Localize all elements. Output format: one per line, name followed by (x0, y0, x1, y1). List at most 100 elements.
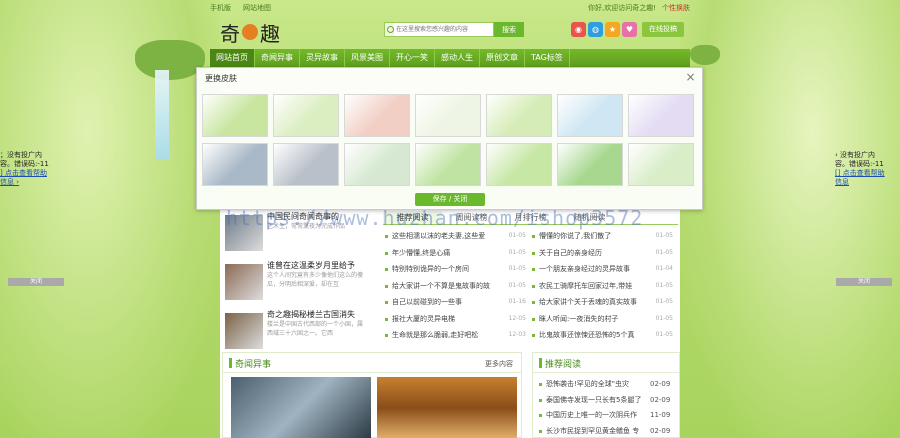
list-item-title[interactable]: 生命就是那么脆弱,走好吧松 (392, 327, 504, 344)
list-item[interactable]: 给大家讲个关于丢魂的真实故事 01-05 (530, 294, 677, 311)
list-item[interactable]: 比鬼故事还惊悚还恐怖的5个真 01-05 (530, 327, 677, 344)
skin-thumbnail[interactable] (344, 143, 410, 186)
list-item[interactable]: 关于自己的亲身经历 01-05 (530, 245, 677, 262)
tab-2[interactable]: 月排行榜 (501, 211, 560, 224)
skin-thumbnail[interactable] (273, 94, 339, 137)
ad-left-close-button[interactable]: 关闭 (8, 278, 64, 286)
bullet-icon (532, 334, 535, 337)
ad-right-help-link[interactable]: [] 点击查看帮助 (835, 169, 885, 177)
list-item-title[interactable]: 泰国佛寺发现一只长有5条腿了 (546, 393, 650, 409)
tab-1[interactable]: 周阅读榜 (442, 211, 501, 224)
logo-char-a: 奇 (220, 21, 240, 46)
article-image-2[interactable] (377, 377, 517, 438)
list-item[interactable]: 这些相濡以沫的老夫妻,这些爱 01-05 (383, 228, 530, 245)
list-item[interactable]: 年少懵懂,终是心痛 01-05 (383, 245, 530, 262)
list-item[interactable]: 特别特别诡异的一个房间 01-05 (383, 261, 530, 278)
weibo-icon[interactable]: ◉ (571, 22, 586, 37)
skin-thumbnail[interactable] (273, 143, 339, 186)
recommended-header: 推荐阅读 (533, 353, 679, 373)
nav-item[interactable]: 开心一笑 (390, 49, 435, 67)
list-item[interactable]: 给大家讲一个不算是鬼故事的故 01-05 (383, 278, 530, 295)
ad-left-help-link[interactable]: ] 点击查看帮助 (0, 169, 47, 177)
nav-item[interactable]: 风景美图 (345, 49, 390, 67)
list-item[interactable]: 恐怖袭击!罕见的全球"虫灾 02-09 (537, 377, 675, 393)
sitemap-link[interactable]: 网站地图 (243, 3, 271, 13)
list-item[interactable]: 眯人听闻:一夜消失的村子 01-05 (530, 311, 677, 328)
list-item[interactable]: 中国历史上唯一的一次阴兵作 11-09 (537, 408, 675, 424)
skin-thumbnail[interactable] (557, 143, 623, 186)
skin-thumbnail[interactable] (415, 94, 481, 137)
save-close-button[interactable]: 保存 / 关闭 (415, 193, 485, 206)
list-item[interactable]: 一个朋友亲身经过的灵异故事 01-04 (530, 261, 677, 278)
list-item[interactable]: 自己以前碰到的一些事 01-16 (383, 294, 530, 311)
list-item-title[interactable]: 报社大厦的灵异电梯 (392, 311, 504, 328)
featured-title[interactable]: 奇之趣揭秘楼兰古国消失 (267, 309, 371, 320)
list-item-title[interactable]: 中国历史上唯一的一次阴兵作 (546, 408, 650, 424)
list-item-title[interactable]: 特别特别诡异的一个房间 (392, 261, 504, 278)
featured-article[interactable]: 奇之趣揭秘楼兰古国消失 楼兰是中国古代西部的一个小国，属西域三十六国之一。它西 (225, 309, 371, 356)
personal-skin-link[interactable]: 个性换肤 (662, 3, 690, 13)
skin-thumbnail[interactable] (628, 94, 694, 137)
list-item-date: 01-05 (655, 232, 673, 239)
skin-thumbnail[interactable] (486, 94, 552, 137)
list-item[interactable]: 长沙市民捉到罕见黄金鳝鱼 专 02-09 (537, 424, 675, 438)
site-logo[interactable]: 奇 趣 (220, 18, 330, 46)
tab-0[interactable]: 推荐阅读 (383, 211, 442, 224)
featured-article[interactable]: 中国民间奇闻奇事的 艺术生，常常熏夜为完成作品 (225, 211, 371, 258)
list-item-title[interactable]: 比鬼故事还惊悚还恐怖的5个真 (539, 327, 651, 344)
list-item-title[interactable]: 眯人听闻:一夜消失的村子 (539, 311, 651, 328)
list-item[interactable]: 生命就是那么脆弱,走好吧松 12-03 (383, 327, 530, 344)
more-link[interactable]: 更多内容 (485, 359, 513, 369)
strange-news-title[interactable]: 奇闻异事 (235, 357, 271, 370)
list-item-title[interactable]: 自己以前碰到的一些事 (392, 294, 504, 311)
list-item-title[interactable]: 懵懂的你说了,我们散了 (539, 228, 651, 245)
qq-icon[interactable]: ◍ (588, 22, 603, 37)
ad-right-help-link2[interactable]: 信息 (835, 178, 849, 186)
nav-item[interactable]: 感动人生 (435, 49, 480, 67)
list-item[interactable]: 报社大厦的灵异电梯 12-05 (383, 311, 530, 328)
list-item-title[interactable]: 长沙市民捉到罕见黄金鳝鱼 专 (546, 424, 650, 438)
ad-left-help-link2[interactable]: 信息 › (0, 178, 19, 186)
article-thumbnail[interactable] (225, 215, 263, 251)
mobile-link[interactable]: 手机版 (210, 3, 231, 13)
list-item-title[interactable]: 年少懵懂,终是心痛 (392, 245, 504, 262)
skin-thumbnail[interactable] (557, 94, 623, 137)
close-icon[interactable]: × (685, 71, 696, 83)
skin-thumbnail[interactable] (202, 143, 268, 186)
list-item-title[interactable]: 农民工骑摩托车回家过年,带娃 (539, 278, 651, 295)
search-button[interactable]: 搜索 (494, 22, 524, 37)
list-item-title[interactable]: 恐怖袭击!罕见的全球"虫灾 (546, 377, 650, 393)
star-icon[interactable]: ★ (605, 22, 620, 37)
skin-thumbnail[interactable] (628, 143, 694, 186)
strange-news-panel: 奇闻异事 更多内容 (222, 352, 522, 438)
nav-item[interactable]: TAG标签 (525, 49, 570, 67)
article-image-1[interactable] (231, 377, 371, 438)
list-item-title[interactable]: 给大家讲一个不算是鬼故事的故 (392, 278, 504, 295)
list-item-title[interactable]: 关于自己的亲身经历 (539, 245, 651, 262)
featured-title[interactable]: 谁曾在这温柔岁月里给予 (267, 260, 371, 271)
skin-thumbnail[interactable] (344, 94, 410, 137)
ad-right-close-button[interactable]: 关闭 (836, 278, 892, 286)
article-thumbnail[interactable] (225, 264, 263, 300)
list-item[interactable]: 泰国佛寺发现一只长有5条腿了 02-09 (537, 393, 675, 409)
list-item[interactable]: 农民工骑摩托车回家过年,带娃 01-05 (530, 278, 677, 295)
submit-article-button[interactable]: 在线投稿 (642, 22, 684, 37)
search-input[interactable] (394, 22, 494, 37)
nav-item[interactable]: 网站首页 (210, 49, 255, 67)
featured-title[interactable]: 中国民间奇闻奇事的 (267, 211, 371, 222)
featured-article[interactable]: 谁曾在这温柔岁月里给予 这个人间究竟有多少像他们这么的傻瓜，分明后相深爱，却在互 (225, 260, 371, 307)
skin-thumbnail[interactable] (486, 143, 552, 186)
list-item-title[interactable]: 这些相濡以沫的老夫妻,这些爱 (392, 228, 504, 245)
list-item[interactable]: 懵懂的你说了,我们散了 01-05 (530, 228, 677, 245)
skin-thumbnail[interactable] (415, 143, 481, 186)
list-item-title[interactable]: 一个朋友亲身经过的灵异故事 (539, 261, 651, 278)
list-item-title[interactable]: 给大家讲个关于丢魂的真实故事 (539, 294, 651, 311)
nav-item[interactable]: 原创文章 (480, 49, 525, 67)
featured-desc: 楼兰是中国古代西部的一个小国，属西域三十六国之一。它西 (267, 321, 364, 337)
heart-icon[interactable]: ♥ (622, 22, 637, 37)
nav-item[interactable]: 奇闻异事 (255, 49, 300, 67)
nav-item[interactable]: 灵异故事 (300, 49, 345, 67)
article-thumbnail[interactable] (225, 313, 263, 349)
skin-thumbnail[interactable] (202, 94, 268, 137)
tab-3[interactable]: 随机阅读 (560, 211, 619, 224)
